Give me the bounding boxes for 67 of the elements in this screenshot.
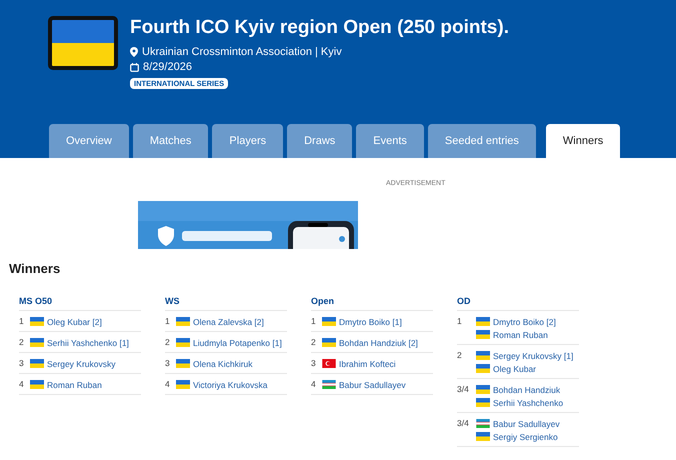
player-link[interactable]: Sergey Krukovsky: [47, 358, 116, 368]
player-link[interactable]: Olena Kichkiruk: [193, 358, 253, 368]
flag-icon: [476, 432, 490, 441]
placing: 1: [457, 315, 463, 328]
flag-icon: [30, 338, 44, 347]
flag-icon: [322, 380, 336, 389]
event-heading: WS: [165, 296, 287, 311]
player-link[interactable]: Dmytro Boiko [1]: [339, 316, 402, 326]
placing: 3/4: [457, 383, 470, 396]
player-link[interactable]: Bohdan Handziuk [2]: [339, 338, 418, 348]
event-heading: MS O50: [19, 296, 141, 311]
placing: 3: [311, 357, 317, 370]
flag-icon: [176, 359, 190, 368]
placing: 4: [165, 378, 171, 391]
player-link[interactable]: Olena Zalevska [2]: [193, 316, 264, 326]
nav-tab[interactable]: Winners: [546, 124, 620, 158]
player-link[interactable]: Oleg Kubar [2]: [47, 316, 102, 326]
flag-icon: [476, 398, 490, 407]
flag-icon: [476, 364, 490, 373]
flag-icon: [30, 380, 44, 389]
event-heading: Open: [311, 296, 433, 311]
player-link[interactable]: Sergey Krukovsky [1]: [493, 350, 574, 360]
player-link[interactable]: Liudmyla Potapenko [1]: [193, 338, 282, 348]
placing: 4: [19, 378, 25, 391]
placing: 3: [165, 357, 171, 370]
flag-icon: [30, 317, 44, 326]
section-heading: Winners: [9, 261, 62, 276]
calendar-icon: [130, 62, 139, 72]
player-link[interactable]: Roman Ruban: [47, 380, 102, 390]
event-date: 8/29/2026: [143, 61, 192, 73]
placing: 3/4: [457, 417, 470, 430]
placing: 2: [19, 336, 25, 349]
placing: 3: [19, 357, 25, 370]
placing: 2: [457, 349, 463, 362]
player-link[interactable]: Babur Sadullayev: [339, 380, 406, 390]
player-link[interactable]: Oleg Kubar: [493, 364, 536, 374]
flag-icon: [322, 338, 336, 347]
flag-icon: [476, 317, 490, 326]
player-link[interactable]: Dmytro Boiko [2]: [493, 316, 556, 326]
player-link[interactable]: Bohdan Handziuk: [493, 384, 560, 394]
player-link[interactable]: Ibrahim Kofteci: [339, 358, 396, 368]
player-link[interactable]: Babur Sadullayev: [493, 418, 560, 428]
flag-icon: [176, 317, 190, 326]
placing: 1: [19, 315, 25, 328]
flag-icon: [476, 419, 490, 428]
flag-icon: [476, 385, 490, 394]
event-title: Fourth ICO Kyiv region Open (250 points).: [130, 16, 509, 40]
flag-icon: [30, 359, 44, 368]
flag-icon: [476, 330, 490, 339]
flag-icon: [176, 338, 190, 347]
flag-icon: [322, 359, 336, 368]
player-link[interactable]: Victoriya Krukovska: [193, 380, 268, 390]
flag-icon: [176, 380, 190, 389]
placing: 4: [311, 378, 317, 391]
location-pin-icon: [130, 47, 138, 57]
placing: 2: [311, 336, 317, 349]
player-link[interactable]: Serhii Yashchenko: [493, 398, 564, 408]
placing: 2: [165, 336, 171, 349]
placing: 1: [311, 315, 317, 328]
player-link[interactable]: Sergiy Sergienko: [493, 432, 558, 442]
player-link[interactable]: Serhii Yashchenko [1]: [47, 338, 129, 348]
flag-icon: [476, 351, 490, 360]
player-link[interactable]: Roman Ruban: [493, 330, 548, 340]
event-heading: OD: [457, 296, 579, 311]
event-location: Ukrainian Crossminton Association | Kyiv: [142, 46, 342, 58]
flag-icon: [322, 317, 336, 326]
placing: 1: [165, 315, 171, 328]
